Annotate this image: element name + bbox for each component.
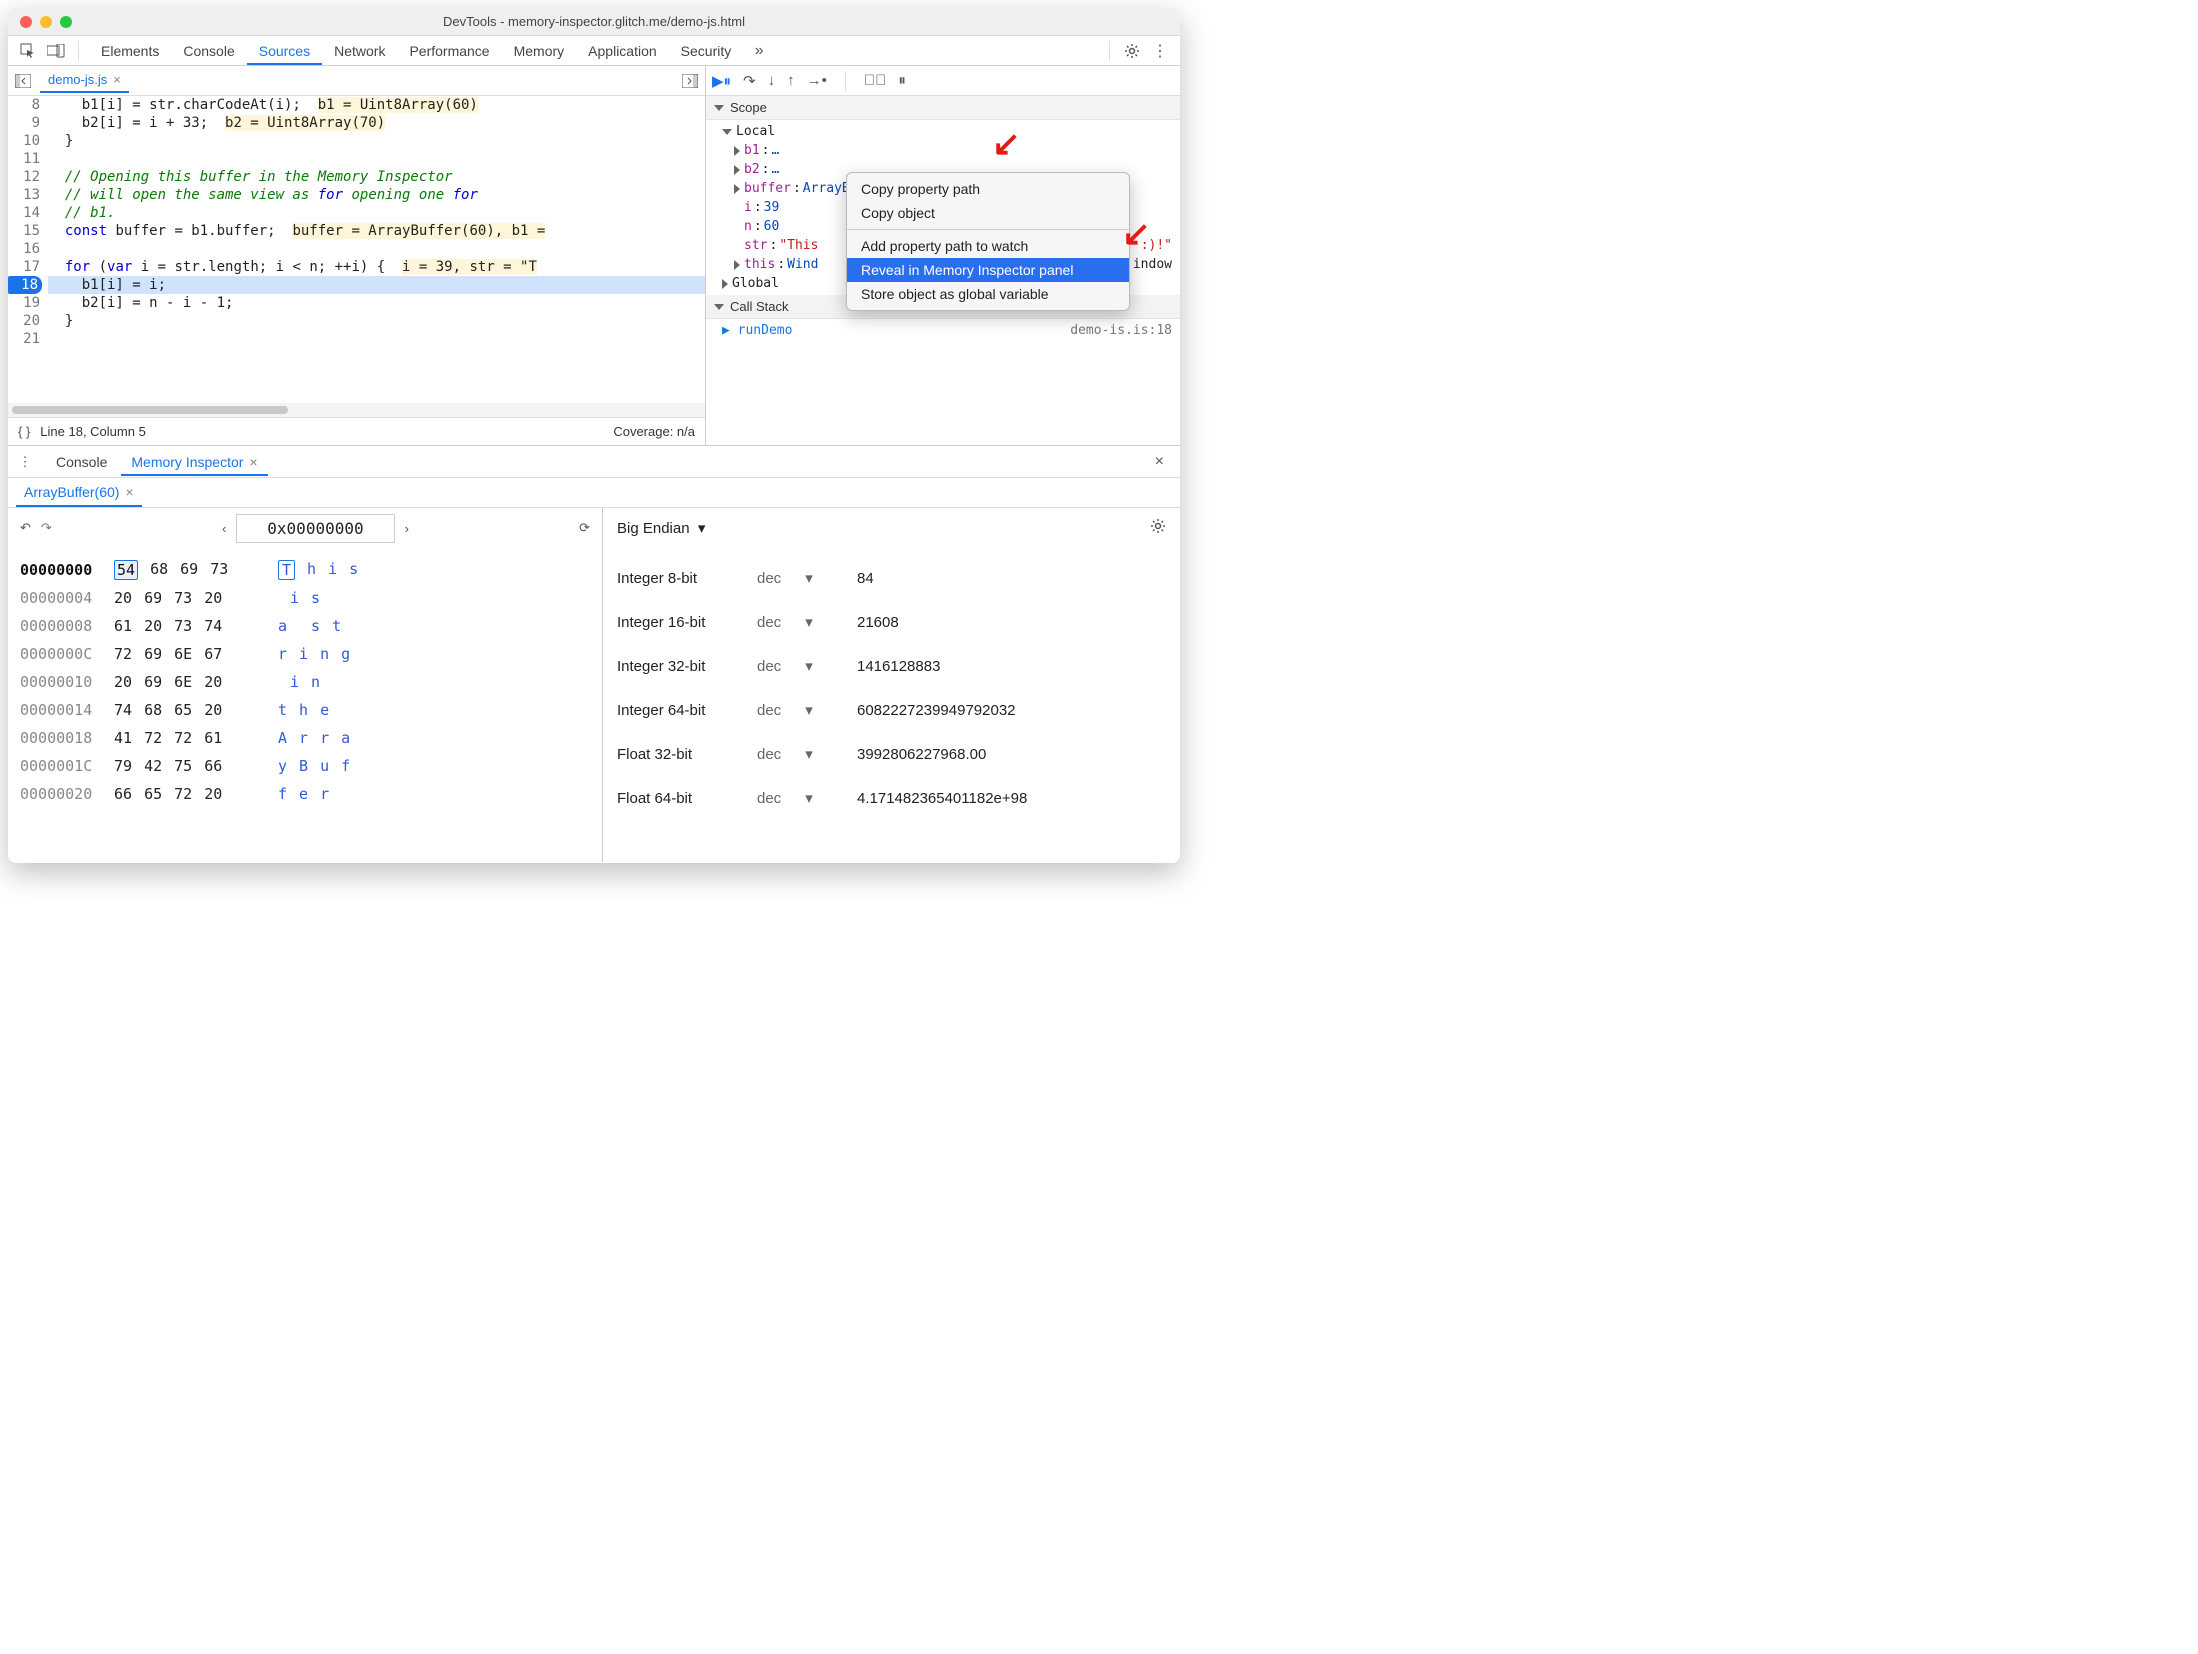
coverage-status: Coverage: n/a (613, 424, 695, 439)
code-line[interactable] (48, 240, 705, 258)
titlebar: DevTools - memory-inspector.glitch.me/de… (8, 8, 1180, 36)
inspect-element-icon[interactable] (16, 39, 40, 63)
memory-buffer-tab[interactable]: ArrayBuffer(60) × (16, 479, 142, 507)
horizontal-scrollbar[interactable] (8, 403, 705, 417)
format-select[interactable]: dec ▾ (757, 789, 857, 807)
close-drawer-tab-icon[interactable]: × (249, 454, 257, 470)
drawer-menu-icon[interactable]: ⋮ (14, 451, 36, 473)
code-line[interactable]: // will open the same view as for openin… (48, 186, 705, 204)
value-row: Integer 16-bitdec ▾21608 (617, 600, 1166, 644)
value-row: Integer 8-bitdec ▾84 (617, 556, 1166, 600)
code-line[interactable]: } (48, 312, 705, 330)
format-select[interactable]: dec ▾ (757, 613, 857, 631)
context-menu: Copy property pathCopy object Add propert… (846, 172, 1130, 311)
code-line[interactable] (48, 150, 705, 168)
file-tab-label: demo-js.js (48, 72, 107, 87)
annotation-arrow-2: ↙ (1122, 214, 1151, 254)
value-row: Float 64-bitdec ▾4.171482365401182e+98 (617, 776, 1166, 820)
address-input[interactable]: 0x00000000 (236, 514, 394, 543)
code-line[interactable]: for (var i = str.length; i < n; ++i) { i… (48, 258, 705, 276)
code-line[interactable]: // Opening this buffer in the Memory Ins… (48, 168, 705, 186)
hex-row[interactable]: 0000001841727261Arra (20, 724, 590, 752)
scope-local-heading[interactable]: Local (722, 122, 1172, 141)
source-file-tab[interactable]: demo-js.js × (40, 68, 129, 93)
undo-icon[interactable]: ↶ (20, 520, 31, 536)
format-select[interactable]: dec ▾ (757, 745, 857, 763)
pretty-print-icon[interactable]: { } (18, 424, 30, 439)
scope-heading[interactable]: Scope (706, 96, 1180, 120)
tab-security[interactable]: Security (669, 37, 744, 65)
close-drawer-icon[interactable]: × (1145, 453, 1174, 471)
drawer-tab-memory-inspector[interactable]: Memory Inspector × (121, 448, 267, 476)
resume-icon[interactable]: ▶⏸ (712, 72, 731, 90)
devtools-toolbar: ElementsConsoleSourcesNetworkPerformance… (8, 36, 1180, 66)
next-page-icon[interactable]: › (405, 521, 409, 536)
code-line[interactable]: b2[i] = n - i - 1; (48, 294, 705, 312)
format-select[interactable]: dec ▾ (757, 569, 857, 587)
code-line[interactable]: b2[i] = i + 33; b2 = Uint8Array(70) (48, 114, 705, 132)
hex-row[interactable]: 0000000420697320 is (20, 584, 590, 612)
code-line[interactable]: } (48, 132, 705, 150)
step-icon[interactable]: →• (807, 72, 827, 89)
drawer-tab-console[interactable]: Console (46, 448, 117, 476)
editor-status-bar: { } Line 18, Column 5 Coverage: n/a (8, 417, 705, 445)
format-select[interactable]: dec ▾ (757, 701, 857, 719)
step-into-icon[interactable]: ↓ (768, 72, 776, 89)
more-tabs-icon[interactable]: » (747, 39, 771, 63)
close-buffer-tab-icon[interactable]: × (125, 484, 133, 500)
device-toolbar-icon[interactable] (44, 39, 68, 63)
code-line[interactable]: const buffer = b1.buffer; buffer = Array… (48, 222, 705, 240)
format-select[interactable]: dec ▾ (757, 657, 857, 675)
tab-memory[interactable]: Memory (502, 37, 577, 65)
debugger-pane-toggle-icon[interactable] (679, 70, 701, 92)
code-line[interactable]: // b1. (48, 204, 705, 222)
step-over-icon[interactable]: ↷ (743, 72, 756, 90)
navigator-pane-toggle-icon[interactable] (12, 70, 34, 92)
endianness-select[interactable]: Big Endian ▾ (617, 519, 705, 537)
prev-page-icon[interactable]: ‹ (222, 521, 226, 536)
tab-application[interactable]: Application (576, 37, 669, 65)
code-line[interactable]: b1[i] = i; (48, 276, 705, 294)
callstack-frame[interactable]: ▶ runDemo demo-is.is:18 (722, 321, 1172, 340)
context-menu-item[interactable]: Add property path to watch (847, 234, 1129, 258)
tab-sources[interactable]: Sources (247, 37, 322, 65)
cursor-position: Line 18, Column 5 (40, 424, 146, 439)
kebab-menu-icon[interactable]: ⋮ (1148, 39, 1172, 63)
code-line[interactable] (48, 330, 705, 348)
context-menu-item[interactable]: Store object as global variable (847, 282, 1129, 306)
context-menu-item[interactable]: Reveal in Memory Inspector panel (847, 258, 1129, 282)
pause-on-exceptions-icon[interactable]: ⏸ (898, 72, 906, 89)
value-row: Float 32-bitdec ▾3992806227968.00 (617, 732, 1166, 776)
hex-row[interactable]: 0000001C79427566yBuf (20, 752, 590, 780)
hex-row[interactable]: 0000001020696E20 in (20, 668, 590, 696)
annotation-arrow-1: ↙ (992, 124, 1021, 164)
refresh-memory-icon[interactable]: ⟳ (579, 520, 590, 536)
value-row: Integer 32-bitdec ▾1416128883 (617, 644, 1166, 688)
hex-row[interactable]: 0000001474686520the (20, 696, 590, 724)
context-menu-item[interactable]: Copy property path (847, 177, 1129, 201)
window-title: DevTools - memory-inspector.glitch.me/de… (8, 14, 1180, 29)
value-row: Integer 64-bitdec ▾6082227239949792032 (617, 688, 1166, 732)
hex-row[interactable]: 0000000054686973This (20, 556, 590, 584)
tab-performance[interactable]: Performance (397, 37, 501, 65)
hex-row[interactable]: 0000000861207374a st (20, 612, 590, 640)
value-settings-gear-icon[interactable] (1150, 518, 1166, 538)
context-menu-item[interactable]: Copy object (847, 201, 1129, 225)
settings-gear-icon[interactable] (1120, 39, 1144, 63)
tab-network[interactable]: Network (322, 37, 397, 65)
scope-variable[interactable]: b1: … (722, 141, 1172, 160)
tab-console[interactable]: Console (171, 37, 246, 65)
close-file-tab-icon[interactable]: × (113, 72, 121, 87)
code-line[interactable]: b1[i] = str.charCodeAt(i); b1 = Uint8Arr… (48, 96, 705, 114)
redo-icon[interactable]: ↷ (41, 520, 52, 536)
deactivate-breakpoints-icon[interactable]: ◪⃠ (864, 72, 887, 89)
hex-row[interactable]: 0000000C72696E67ring (20, 640, 590, 668)
tab-elements[interactable]: Elements (89, 37, 171, 65)
step-out-icon[interactable]: ↑ (787, 72, 795, 89)
hex-row[interactable]: 0000002066657220fer (20, 780, 590, 808)
